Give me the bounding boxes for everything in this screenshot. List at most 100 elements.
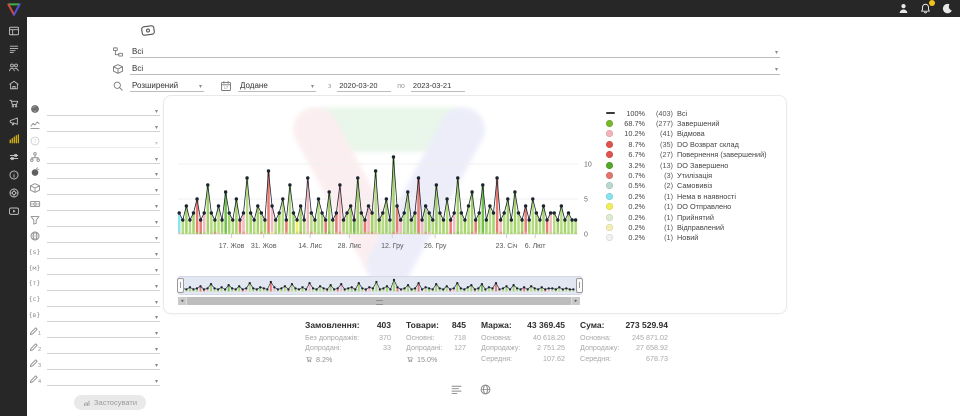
- chevron-down-icon: ▾: [771, 67, 778, 73]
- scroll-left-icon[interactable]: ◂: [178, 297, 186, 305]
- scrollbar-thumb[interactable]: [187, 297, 571, 305]
- apply-button-label: Застосувати: [94, 398, 137, 407]
- app-logo-icon[interactable]: [6, 2, 22, 17]
- sidebar-item-store[interactable]: [6, 79, 21, 90]
- filter-dropdown-11[interactable]: ▾: [47, 278, 160, 291]
- legend-pct: 10.2%: [619, 129, 645, 138]
- category-select[interactable]: Всі ▾: [130, 43, 780, 58]
- legend-label: Всі: [677, 109, 780, 118]
- filter-dropdown-9[interactable]: ▾: [47, 246, 160, 259]
- legend-label: Відправлений: [677, 223, 780, 232]
- legend-item-0[interactable]: 100%(403)Всі: [606, 108, 780, 118]
- legend-pct: 8.7%: [619, 140, 645, 149]
- legend-item-11[interactable]: 0.2%(1)Відправлений: [606, 222, 780, 232]
- scroll-right-icon[interactable]: ▸: [572, 297, 580, 305]
- legend-item-3[interactable]: 8.7%(35)DO Возврат склад: [606, 139, 780, 149]
- sidebar-item-marketing[interactable]: [6, 115, 21, 126]
- filter-dropdown-6[interactable]: ▾: [47, 198, 160, 211]
- filter-dropdown-1[interactable]: ▾: [47, 119, 160, 132]
- search-mode-select[interactable]: Розширений ▾: [130, 77, 204, 92]
- sidebar-item-video[interactable]: [6, 205, 21, 216]
- filter-dropdown-0[interactable]: ▾: [47, 103, 160, 116]
- stat-sub-label: Допродані:: [305, 343, 341, 353]
- legend-item-4[interactable]: 6.7%(27)Повернення (завершений): [606, 150, 780, 160]
- legend-item-6[interactable]: 0.7%(3)Утилізація: [606, 170, 780, 180]
- legend-item-8[interactable]: 0.2%(1)Нема в наявності: [606, 191, 780, 201]
- apply-button[interactable]: Застосувати: [74, 395, 146, 410]
- stat-sub-value: 40 618.20: [533, 333, 565, 343]
- stats-column-1: Товари:845Основні:718Допродані:12715.0%: [406, 320, 466, 364]
- stat-sub-value: 678.73: [646, 354, 668, 364]
- sidebar-item-cart[interactable]: [6, 97, 21, 108]
- filter-dropdown-13[interactable]: ▾: [47, 309, 160, 322]
- legend-item-12[interactable]: 0.2%(1)Новий: [606, 233, 780, 243]
- legend-label: Повернення (завершений): [677, 150, 780, 159]
- chart-overview-brush[interactable]: [178, 276, 582, 295]
- chevron-down-icon: ▾: [151, 157, 160, 163]
- legend-item-1[interactable]: 68.7%(277)Завершений: [606, 118, 780, 128]
- filter-dropdown-2[interactable]: ▾: [47, 135, 160, 148]
- brush-handle-left[interactable]: [177, 278, 184, 293]
- filter-dropdown-7[interactable]: ▾: [47, 214, 160, 227]
- legend-count: (1): [649, 233, 673, 242]
- filter-dropdown-8[interactable]: ▾: [47, 230, 160, 243]
- date-to-label: по: [397, 83, 405, 92]
- filter-dropdown-14[interactable]: ▾: [47, 325, 160, 338]
- legend-item-5[interactable]: 3.2%(13)DO Завершено: [606, 160, 780, 170]
- filter-dropdown-5[interactable]: ▾: [47, 182, 160, 195]
- legend-count: (35): [649, 140, 673, 149]
- legend-label: Новий: [677, 233, 780, 242]
- search-icon: [112, 80, 124, 92]
- chevron-down-icon: ▾: [151, 268, 160, 274]
- svg-text:0: 0: [584, 232, 588, 239]
- category-value: Всі: [132, 47, 143, 56]
- legend-pct: 0.2%: [619, 213, 645, 222]
- product-select[interactable]: Всі ▾: [130, 60, 780, 75]
- legend-dot-marker: [606, 141, 619, 148]
- globe-view-icon[interactable]: [479, 383, 492, 396]
- legend-dot-marker: [606, 224, 619, 231]
- filter-dropdown-3[interactable]: ▾: [47, 151, 160, 164]
- legend-label: Нема в наявності: [677, 192, 780, 201]
- legend-dot-marker: [606, 182, 619, 189]
- legend-item-9[interactable]: 0.2%(1)DO Отправлено: [606, 202, 780, 212]
- sidebar-item-orders-list[interactable]: [6, 43, 21, 54]
- theme-moon-icon[interactable]: [941, 2, 954, 15]
- list-view-icon[interactable]: [450, 383, 463, 396]
- token-icon: {с}: [28, 294, 41, 306]
- user-icon[interactable]: [897, 2, 910, 15]
- date-field-select[interactable]: Додане ▾: [238, 77, 316, 92]
- chart-scrollbar[interactable]: ◂ ▸: [178, 297, 580, 305]
- legend-dot-marker: [606, 193, 619, 200]
- filter-dropdown-16[interactable]: ▾: [47, 357, 160, 370]
- chevron-down-icon: ▾: [151, 172, 160, 178]
- sidebar-item-settings[interactable]: [6, 151, 21, 162]
- date-from-input[interactable]: 2020-03-20: [337, 77, 391, 92]
- filter-dropdown-15[interactable]: ▾: [47, 341, 160, 354]
- legend-item-10[interactable]: 0.2%(1)Прийнятий: [606, 212, 780, 222]
- legend-dot-marker: [606, 214, 619, 221]
- legend-count: (2): [649, 181, 673, 190]
- chevron-down-icon: ▾: [151, 284, 160, 290]
- notifications-icon[interactable]: [919, 2, 932, 15]
- chevron-down-icon: ▾: [151, 379, 160, 385]
- filter-dropdown-4[interactable]: ▾: [47, 166, 160, 179]
- filter-dropdown-17[interactable]: ▾: [47, 373, 160, 386]
- brush-handle-right[interactable]: [576, 278, 583, 293]
- sidebar-item-dashboard[interactable]: [6, 25, 21, 36]
- stat-sub-value: 33: [383, 343, 391, 353]
- legend-item-7[interactable]: 0.5%(2)Самовивіз: [606, 181, 780, 191]
- svg-text:26. Гру: 26. Гру: [424, 243, 447, 250]
- legend-dot-marker: [606, 172, 619, 179]
- sidebar-item-info[interactable]: [6, 169, 21, 180]
- overview-mini-chart: [179, 277, 579, 293]
- stat-sub-label: Основна:: [481, 333, 512, 343]
- video-tag-icon[interactable]: [137, 22, 159, 40]
- sidebar-item-customers[interactable]: [6, 61, 21, 72]
- filter-dropdown-10[interactable]: ▾: [47, 262, 160, 275]
- legend-item-2[interactable]: 10.2%(41)Відмова: [606, 129, 780, 139]
- filter-dropdown-12[interactable]: ▾: [47, 294, 160, 307]
- date-to-input[interactable]: 2023-03-21: [411, 77, 465, 92]
- sidebar-item-analytics[interactable]: [6, 133, 21, 144]
- sidebar-item-support[interactable]: [6, 187, 21, 198]
